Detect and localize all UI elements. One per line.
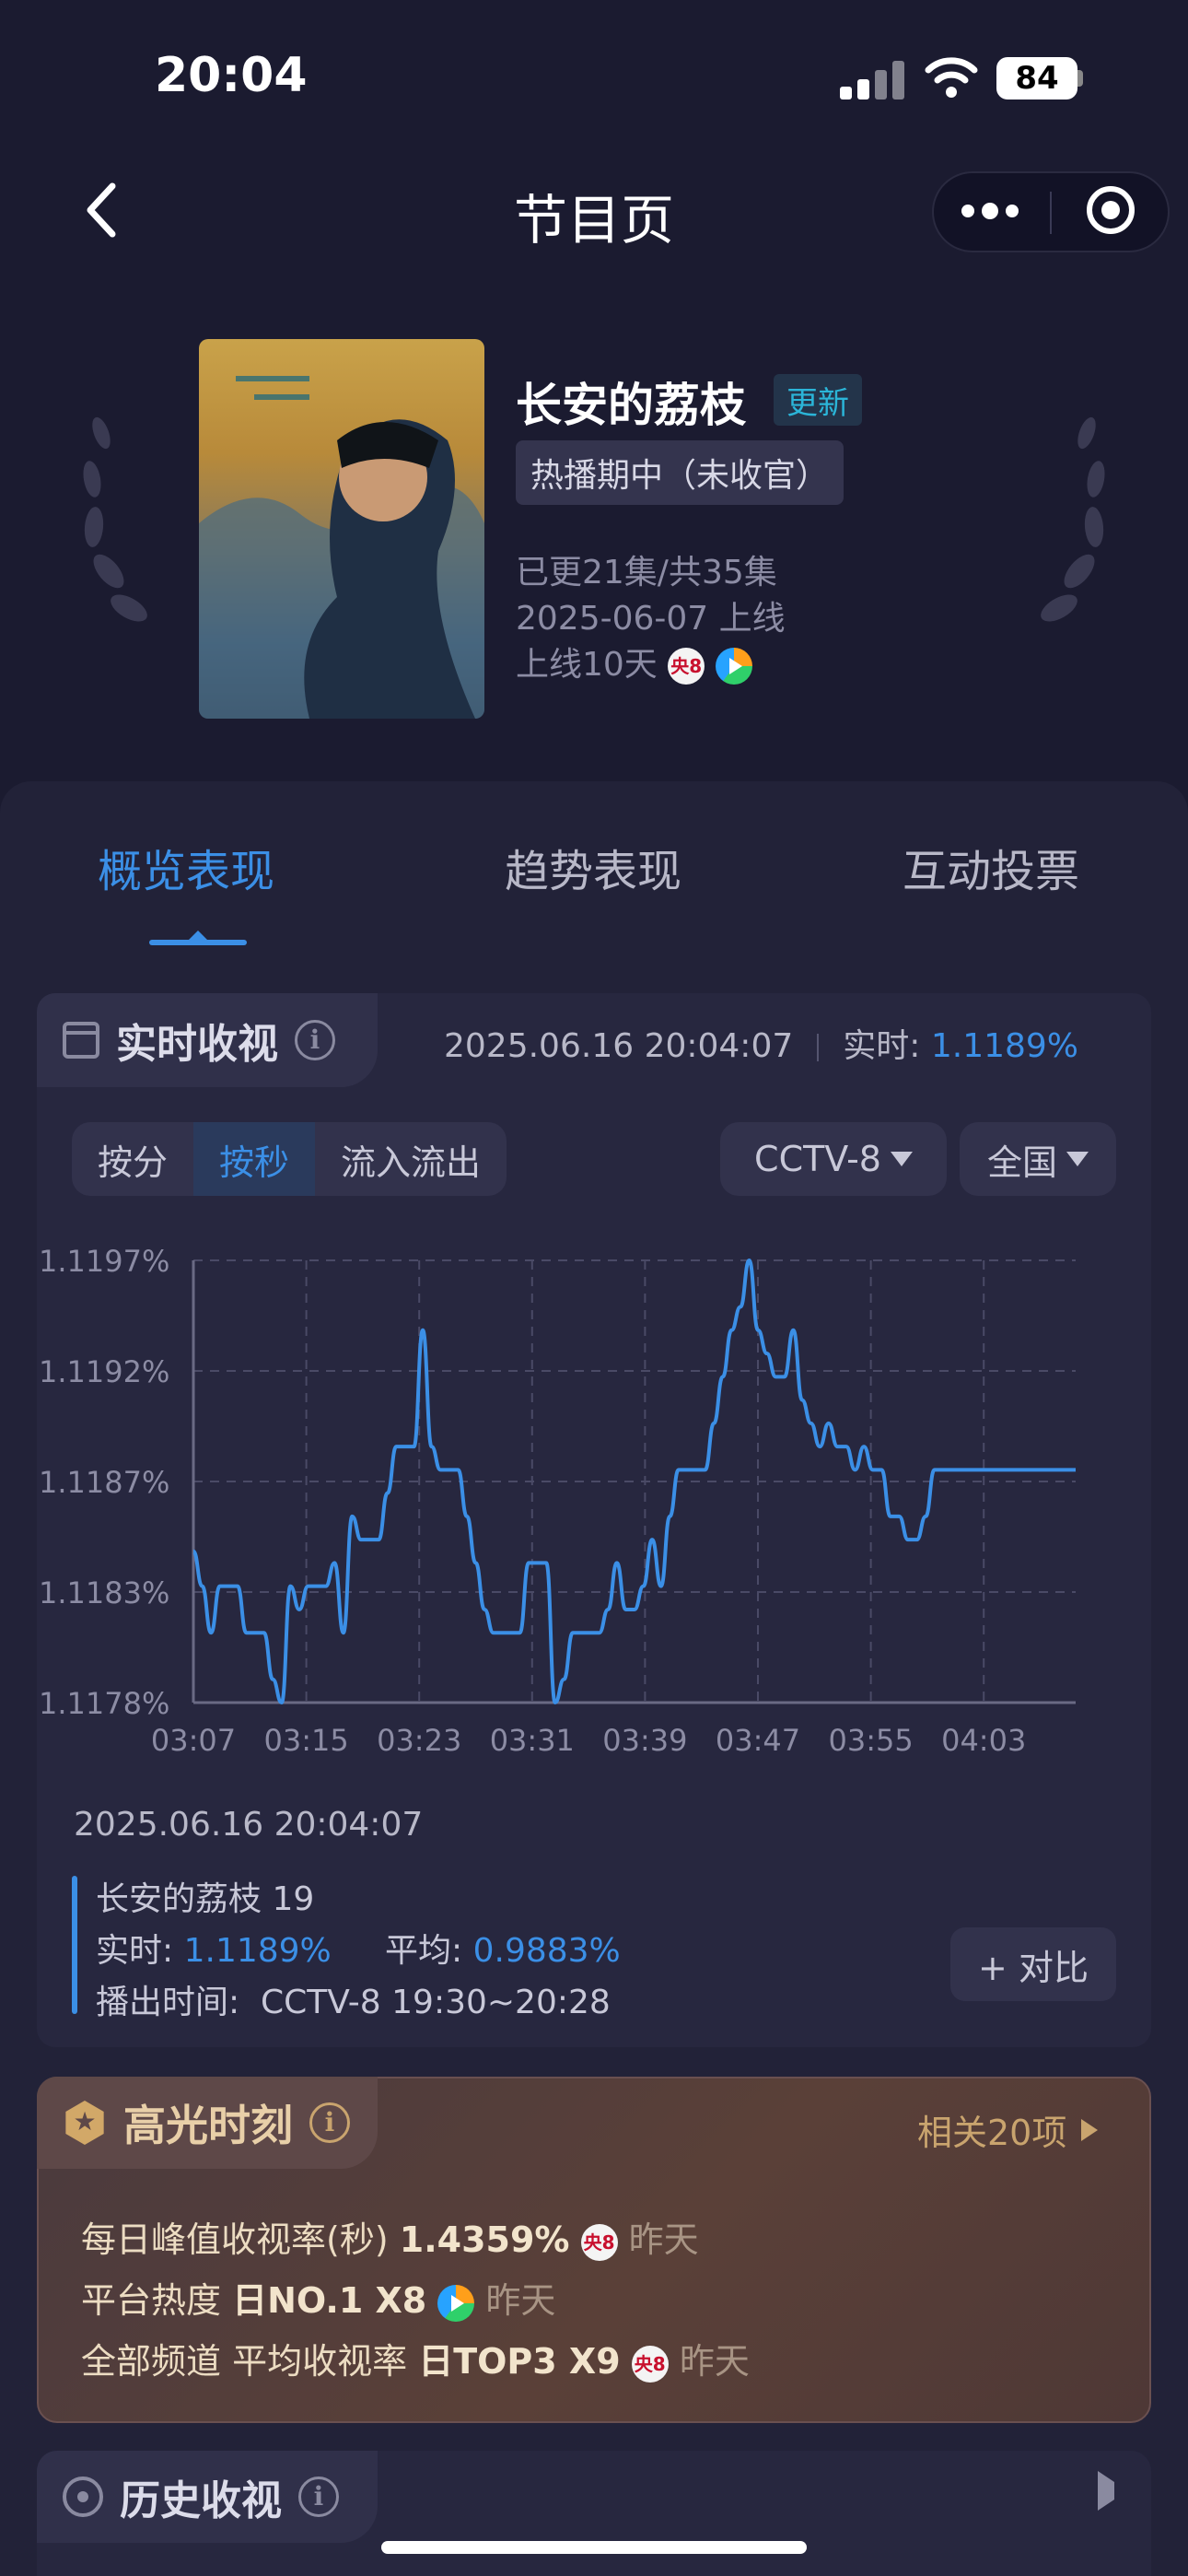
x-tick-label: 03:31 — [490, 1723, 575, 1758]
realtime-datetime: 2025.06.16 20:04:07 — [444, 1027, 794, 1065]
days-online: 上线10天 央8 — [516, 638, 752, 685]
x-tick-label: 03:23 — [377, 1723, 461, 1758]
cctv8-badge-icon: 央8 — [668, 648, 705, 685]
highlight-label: 全部频道 平均收视率 — [81, 2341, 408, 2382]
detail-average-label: 平均: — [385, 1932, 463, 1970]
region-dropdown-label: 全国 — [986, 1142, 1057, 1183]
realtime-chart[interactable]: 1.1197% 1.1192% 1.1187% 1.1183% 1.1178%03:07… — [37, 1235, 1151, 1778]
detail-realtime-label: 实时: — [96, 1932, 174, 1970]
chevron-down-icon — [890, 1152, 913, 1166]
realtime-label: 实时: — [843, 1027, 921, 1065]
segment-by-second[interactable]: 按秒 — [193, 1122, 315, 1196]
tab-vote[interactable]: 互动投票 — [903, 835, 1079, 899]
detail-realtime: 实时: 1.1189% — [96, 1924, 332, 1972]
info-icon[interactable]: i — [298, 2476, 339, 2517]
y-tick-label: 1.1197% — [39, 1244, 169, 1279]
realtime-title: 实时收视 — [116, 1021, 278, 1068]
highlight-value: 日TOP3 X9 — [418, 2341, 621, 2382]
detail-average-value: 0.9883% — [472, 1932, 621, 1970]
highlight-label: 每日峰值收视率(秒) — [81, 2219, 389, 2260]
streaming-platform-icon — [437, 2284, 475, 2322]
capsule-divider — [1050, 192, 1052, 234]
x-tick-label: 03:15 — [263, 1723, 348, 1758]
more-icon[interactable] — [961, 203, 1020, 221]
highlights-section-tab: 高光时刻 i — [37, 2077, 378, 2169]
cctv8-badge-icon: 央8 — [580, 2223, 618, 2261]
x-tick-label: 03:55 — [828, 1723, 913, 1758]
region-dropdown[interactable]: 全国 — [960, 1122, 1116, 1196]
x-tick-label: 03:47 — [716, 1723, 800, 1758]
episode-count: 已更21集/共35集 — [516, 554, 777, 591]
detail-airtime: 播出时间: CCTV-8 19:30~20:28 — [96, 1984, 611, 2021]
chevron-right-icon — [1081, 2118, 1099, 2141]
realtime-value: 1.1189% — [930, 1027, 1079, 1065]
realtime-section-tab: 实时收视 i — [37, 993, 378, 1087]
history-more[interactable] — [1098, 2471, 1114, 2511]
highlights-title: 高光时刻 — [123, 2101, 293, 2150]
highlight-value: 日NO.1 X8 — [232, 2280, 427, 2321]
highlights-more-label: 相关20项 — [917, 2113, 1067, 2153]
laurel-left-icon — [83, 416, 147, 622]
broadcast-status-badge: 热播期中（未收官） — [516, 440, 844, 505]
update-badge: 更新 — [774, 374, 862, 426]
channel-dropdown-label: CCTV-8 — [754, 1139, 881, 1179]
chevron-down-icon — [1066, 1152, 1089, 1166]
highlight-row: 每日峰值收视率(秒) 1.4359% 央8 昨天 — [81, 2211, 699, 2262]
status-time: 20:04 — [155, 48, 308, 103]
compare-button[interactable]: + 对比 — [950, 1927, 1116, 2001]
segment-flow[interactable]: 流入流出 — [315, 1122, 507, 1196]
y-tick-label: 1.1192% — [39, 1354, 169, 1389]
battery-nub — [1077, 70, 1083, 87]
highlight-label: 平台热度 — [81, 2280, 222, 2321]
show-poster[interactable] — [199, 339, 484, 719]
streaming-platform-icon — [715, 648, 752, 685]
close-target-icon[interactable] — [1087, 186, 1135, 234]
show-title: 长安的荔枝 — [516, 379, 746, 432]
realtime-summary: 2025.06.16 20:04:07 实时: 1.1189% — [444, 1019, 1078, 1067]
highlights-more-link[interactable]: 相关20项 — [917, 2104, 1099, 2155]
battery-indicator: 84 — [996, 57, 1077, 100]
highlight-row: 平台热度 日NO.1 X8 昨天 — [81, 2272, 555, 2323]
x-tick-label: 03:07 — [151, 1723, 236, 1758]
star-badge-icon — [65, 2101, 104, 2145]
cctv8-badge-icon: 央8 — [631, 2345, 669, 2383]
wifi-icon — [925, 57, 978, 98]
signal-icon — [840, 59, 904, 100]
detail-accent-bar — [72, 1876, 77, 2014]
tab-indicator — [149, 931, 247, 945]
divider — [817, 1034, 820, 1061]
channel-dropdown[interactable]: CCTV-8 — [720, 1122, 947, 1196]
segment-by-minute[interactable]: 按分 — [72, 1122, 193, 1196]
tab-overview[interactable]: 概览表现 — [98, 835, 274, 899]
chevron-right-icon — [1098, 2471, 1114, 2511]
y-tick-label: 1.1178% — [39, 1686, 169, 1721]
highlight-when: 昨天 — [679, 2341, 750, 2382]
home-indicator[interactable] — [381, 2541, 807, 2554]
highlight-when: 昨天 — [628, 2219, 699, 2260]
history-section-tab: 历史收视 i — [37, 2451, 378, 2543]
detail-average: 平均: 0.9883% — [385, 1924, 621, 1972]
detail-episode: 长安的荔枝 19 — [96, 1880, 315, 1918]
y-tick-label: 1.1187% — [39, 1465, 169, 1500]
premiere-date: 2025-06-07 上线 — [516, 600, 786, 638]
poster-art — [199, 376, 484, 719]
history-title: 历史收视 — [120, 2477, 282, 2524]
detail-datetime: 2025.06.16 20:04:07 — [74, 1806, 424, 1844]
laurel-right-icon — [1041, 416, 1105, 622]
highlight-value: 1.4359% — [399, 2219, 570, 2260]
x-tick-label: 04:03 — [941, 1723, 1026, 1758]
highlight-row: 全部频道 平均收视率 日TOP3 X9 央8 昨天 — [81, 2333, 750, 2383]
calendar-icon — [63, 1022, 99, 1059]
x-tick-label: 03:39 — [602, 1723, 687, 1758]
highlight-when: 昨天 — [485, 2280, 556, 2321]
film-reel-icon — [63, 2476, 103, 2517]
y-tick-label: 1.1183% — [39, 1575, 169, 1610]
tab-trend[interactable]: 趋势表现 — [505, 835, 681, 899]
info-icon[interactable]: i — [309, 2102, 350, 2143]
detail-realtime-value: 1.1189% — [183, 1932, 332, 1970]
info-icon[interactable]: i — [295, 1020, 335, 1060]
days-online-text: 上线10天 — [516, 646, 658, 684]
